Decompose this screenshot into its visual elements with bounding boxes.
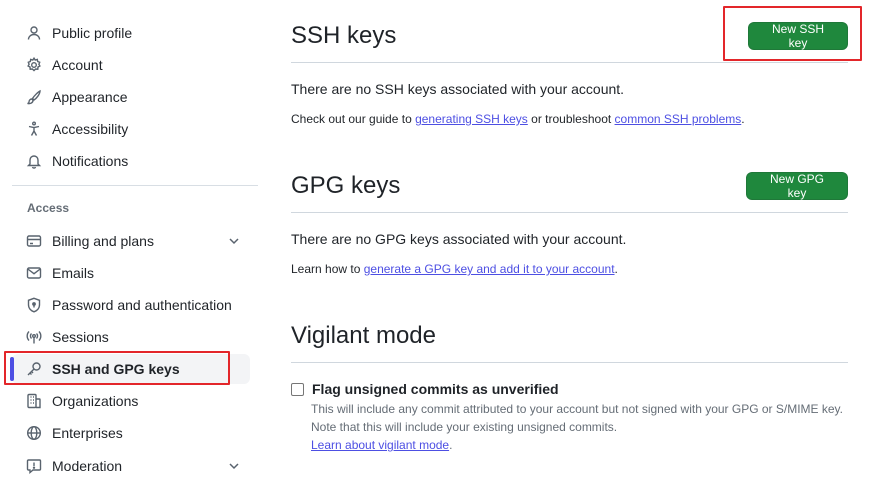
vigilant-checkbox-row[interactable]: Flag unsigned commits as unverified xyxy=(291,381,559,397)
common-ssh-problems-link[interactable]: common SSH problems xyxy=(615,112,742,126)
new-gpg-key-button[interactable]: New GPG key xyxy=(746,172,848,200)
section-divider xyxy=(291,212,848,213)
ssh-keys-title: SSH keys xyxy=(291,22,397,49)
gpg-learn-text: Learn how to generate a GPG key and add … xyxy=(291,262,618,276)
sidebar-item-appearance[interactable]: Appearance xyxy=(12,82,250,112)
gpg-keys-title: GPG keys xyxy=(291,172,401,199)
sidebar-item-label: Accessibility xyxy=(52,121,129,137)
vigilant-note-line2: Note that this will include your existin… xyxy=(311,420,618,434)
ssh-guide-middle: or troubleshoot xyxy=(527,112,615,126)
gear-icon xyxy=(26,57,42,73)
settings-sidebar: Public profile Account Appearance Access… xyxy=(0,0,260,484)
broadcast-icon xyxy=(26,329,42,345)
paintbrush-icon xyxy=(26,89,42,105)
sidebar-item-billing[interactable]: Billing and plans xyxy=(12,226,250,256)
key-icon xyxy=(26,361,42,377)
sidebar-item-accessibility[interactable]: Accessibility xyxy=(12,114,250,144)
sidebar-item-account[interactable]: Account xyxy=(12,50,250,80)
generate-gpg-key-link[interactable]: generate a GPG key and add it to your ac… xyxy=(364,262,615,276)
gpg-learn-prefix: Learn how to xyxy=(291,262,364,276)
gpg-learn-suffix: . xyxy=(614,262,618,276)
bell-icon xyxy=(26,153,42,169)
globe-icon xyxy=(26,425,42,441)
active-indicator xyxy=(10,357,14,381)
report-icon xyxy=(26,458,42,474)
vigilant-mode-title: Vigilant mode xyxy=(291,322,436,349)
learn-vigilant-mode-link[interactable]: Learn about vigilant mode xyxy=(311,438,449,452)
sidebar-item-label: Moderation xyxy=(52,458,123,474)
sidebar-item-emails[interactable]: Emails xyxy=(12,258,250,288)
sidebar-item-label: Organizations xyxy=(52,393,139,409)
sidebar-heading-access: Access xyxy=(27,201,70,215)
sidebar-item-public-profile[interactable]: Public profile xyxy=(12,18,250,48)
section-divider xyxy=(291,362,848,363)
mail-icon xyxy=(26,265,42,281)
ssh-empty-message: There are no SSH keys associated with yo… xyxy=(291,81,625,97)
person-icon xyxy=(26,25,42,41)
sidebar-item-label: Emails xyxy=(52,265,95,281)
credit-card-icon xyxy=(26,233,42,249)
ssh-guide-prefix: Check out our guide to xyxy=(291,112,416,126)
shield-lock-icon xyxy=(26,297,42,313)
sidebar-item-label: Billing and plans xyxy=(52,233,154,249)
flag-unsigned-checkbox[interactable] xyxy=(291,382,304,396)
sidebar-item-label: Appearance xyxy=(52,89,128,105)
gpg-empty-message: There are no GPG keys associated with yo… xyxy=(291,231,627,247)
vigilant-note-line3: Learn about vigilant mode. xyxy=(311,438,452,452)
sidebar-item-label: Sessions xyxy=(52,329,109,345)
sidebar-item-password[interactable]: Password and authentication xyxy=(12,290,250,320)
accessibility-icon xyxy=(26,121,42,137)
sidebar-item-enterprises[interactable]: Enterprises xyxy=(12,418,250,448)
chevron-down-icon[interactable] xyxy=(226,458,242,474)
ssh-guide-suffix: . xyxy=(741,112,745,126)
sidebar-item-label: Notifications xyxy=(52,153,129,169)
sidebar-item-moderation[interactable]: Moderation xyxy=(12,451,250,481)
organization-icon xyxy=(26,393,42,409)
sidebar-item-label: Password and authentication xyxy=(52,297,232,313)
flag-unsigned-label[interactable]: Flag unsigned commits as unverified xyxy=(312,381,559,397)
vigilant-note-suffix: . xyxy=(449,438,453,452)
sidebar-item-ssh-gpg-keys[interactable]: SSH and GPG keys xyxy=(12,354,250,384)
sidebar-item-notifications[interactable]: Notifications xyxy=(12,146,250,176)
sidebar-item-label: Public profile xyxy=(52,25,133,41)
sidebar-item-label: Account xyxy=(52,57,103,73)
chevron-down-icon[interactable] xyxy=(226,233,242,249)
ssh-guide-text: Check out our guide to generating SSH ke… xyxy=(291,112,745,126)
sidebar-item-label: SSH and GPG keys xyxy=(52,361,180,377)
sidebar-item-label: Enterprises xyxy=(52,425,123,441)
generating-ssh-keys-link[interactable]: generating SSH keys xyxy=(415,112,528,126)
sidebar-item-sessions[interactable]: Sessions xyxy=(12,322,250,352)
vigilant-note-line1: This will include any commit attributed … xyxy=(311,402,844,416)
sidebar-item-organizations[interactable]: Organizations xyxy=(12,386,250,416)
new-ssh-key-button[interactable]: New SSH key xyxy=(748,22,848,50)
sidebar-divider xyxy=(12,185,258,186)
section-divider xyxy=(291,62,848,63)
